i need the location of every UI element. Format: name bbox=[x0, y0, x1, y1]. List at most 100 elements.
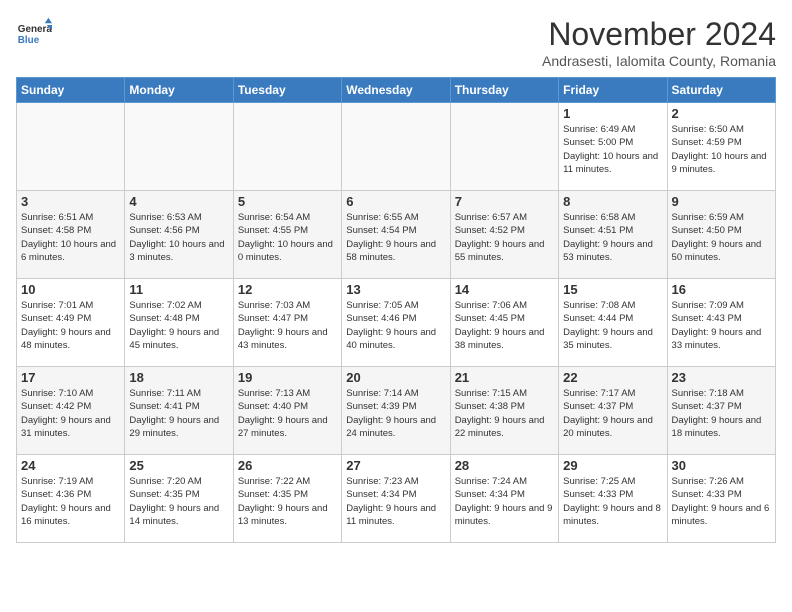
calendar-cell: 9 Sunrise: 6:59 AMSunset: 4:50 PMDaylight… bbox=[667, 191, 775, 279]
day-info: Sunrise: 7:05 AMSunset: 4:46 PMDaylight:… bbox=[346, 299, 445, 352]
day-info: Sunrise: 7:15 AMSunset: 4:38 PMDaylight:… bbox=[455, 387, 554, 440]
calendar-cell: 26 Sunrise: 7:22 AMSunset: 4:35 PMDayligh… bbox=[233, 455, 341, 543]
day-info: Sunrise: 7:11 AMSunset: 4:41 PMDaylight:… bbox=[129, 387, 228, 440]
day-number: 23 bbox=[672, 370, 771, 385]
logo: General Blue bbox=[16, 16, 52, 52]
day-number: 4 bbox=[129, 194, 228, 209]
day-info: Sunrise: 7:19 AMSunset: 4:36 PMDaylight:… bbox=[21, 475, 120, 528]
calendar-cell: 27Sunrise: 7:23 AMSunset: 4:34 PMDayligh… bbox=[342, 455, 450, 543]
day-number: 12 bbox=[238, 282, 337, 297]
day-number: 15 bbox=[563, 282, 662, 297]
day-info: Sunrise: 7:24 AMSunset: 4:34 PMDaylight:… bbox=[455, 475, 554, 528]
calendar-cell: 30 Sunrise: 7:26 AMSunset: 4:33 PMDayligh… bbox=[667, 455, 775, 543]
day-number: 2 bbox=[672, 106, 771, 121]
calendar-cell: 14Sunrise: 7:06 AMSunset: 4:45 PMDayligh… bbox=[450, 279, 558, 367]
calendar-cell: 15 Sunrise: 7:08 AMSunset: 4:44 PMDayligh… bbox=[559, 279, 667, 367]
day-info: Sunrise: 6:53 AMSunset: 4:56 PMDaylight:… bbox=[129, 211, 228, 264]
calendar-cell: 4 Sunrise: 6:53 AMSunset: 4:56 PMDaylight… bbox=[125, 191, 233, 279]
day-info: Sunrise: 7:09 AMSunset: 4:43 PMDaylight:… bbox=[672, 299, 771, 352]
day-number: 30 bbox=[672, 458, 771, 473]
day-number: 1 bbox=[563, 106, 662, 121]
day-header-monday: Monday bbox=[125, 78, 233, 103]
day-header-saturday: Saturday bbox=[667, 78, 775, 103]
day-info: Sunrise: 6:59 AMSunset: 4:50 PMDaylight:… bbox=[672, 211, 771, 264]
calendar-cell: 23 Sunrise: 7:18 AMSunset: 4:37 PMDayligh… bbox=[667, 367, 775, 455]
day-info: Sunrise: 7:18 AMSunset: 4:37 PMDaylight:… bbox=[672, 387, 771, 440]
day-number: 28 bbox=[455, 458, 554, 473]
calendar-cell: 11 Sunrise: 7:02 AMSunset: 4:48 PMDayligh… bbox=[125, 279, 233, 367]
calendar-cell: 28 Sunrise: 7:24 AMSunset: 4:34 PMDayligh… bbox=[450, 455, 558, 543]
calendar-cell: 7 Sunrise: 6:57 AMSunset: 4:52 PMDaylight… bbox=[450, 191, 558, 279]
day-info: Sunrise: 7:22 AMSunset: 4:35 PMDaylight:… bbox=[238, 475, 337, 528]
day-info: Sunrise: 6:58 AMSunset: 4:51 PMDaylight:… bbox=[563, 211, 662, 264]
day-number: 25 bbox=[129, 458, 228, 473]
calendar-table: SundayMondayTuesdayWednesdayThursdayFrid… bbox=[16, 77, 776, 543]
day-number: 16 bbox=[672, 282, 771, 297]
calendar-header-row: SundayMondayTuesdayWednesdayThursdayFrid… bbox=[17, 78, 776, 103]
calendar-cell: 2 Sunrise: 6:50 AMSunset: 4:59 PMDaylight… bbox=[667, 103, 775, 191]
day-number: 11 bbox=[129, 282, 228, 297]
day-info: Sunrise: 7:10 AMSunset: 4:42 PMDaylight:… bbox=[21, 387, 120, 440]
day-number: 8 bbox=[563, 194, 662, 209]
calendar-cell: 17 Sunrise: 7:10 AMSunset: 4:42 PMDayligh… bbox=[17, 367, 125, 455]
calendar-cell: 29Sunrise: 7:25 AMSunset: 4:33 PMDayligh… bbox=[559, 455, 667, 543]
day-header-sunday: Sunday bbox=[17, 78, 125, 103]
day-info: Sunrise: 7:13 AMSunset: 4:40 PMDaylight:… bbox=[238, 387, 337, 440]
calendar-cell: 10Sunrise: 7:01 AMSunset: 4:49 PMDayligh… bbox=[17, 279, 125, 367]
day-info: Sunrise: 7:08 AMSunset: 4:44 PMDaylight:… bbox=[563, 299, 662, 352]
calendar-cell bbox=[342, 103, 450, 191]
day-number: 18 bbox=[129, 370, 228, 385]
title-area: November 2024 Andrasesti, Ialomita Count… bbox=[542, 16, 776, 69]
location-subtitle: Andrasesti, Ialomita County, Romania bbox=[542, 53, 776, 69]
day-info: Sunrise: 7:25 AMSunset: 4:33 PMDaylight:… bbox=[563, 475, 662, 528]
calendar-cell: 6Sunrise: 6:55 AMSunset: 4:54 PMDaylight… bbox=[342, 191, 450, 279]
day-number: 24 bbox=[21, 458, 120, 473]
day-number: 22 bbox=[563, 370, 662, 385]
calendar-cell: 16 Sunrise: 7:09 AMSunset: 4:43 PMDayligh… bbox=[667, 279, 775, 367]
header: General Blue November 2024 Andrasesti, I… bbox=[16, 16, 776, 69]
calendar-cell: 3 Sunrise: 6:51 AMSunset: 4:58 PMDaylight… bbox=[17, 191, 125, 279]
day-info: Sunrise: 6:57 AMSunset: 4:52 PMDaylight:… bbox=[455, 211, 554, 264]
calendar-cell: 1 Sunrise: 6:49 AMSunset: 5:00 PMDaylight… bbox=[559, 103, 667, 191]
calendar-cell: 25 Sunrise: 7:20 AMSunset: 4:35 PMDayligh… bbox=[125, 455, 233, 543]
calendar-cell: 22Sunrise: 7:17 AMSunset: 4:37 PMDayligh… bbox=[559, 367, 667, 455]
calendar-cell: 13Sunrise: 7:05 AMSunset: 4:46 PMDayligh… bbox=[342, 279, 450, 367]
day-number: 3 bbox=[21, 194, 120, 209]
calendar-cell: 8 Sunrise: 6:58 AMSunset: 4:51 PMDaylight… bbox=[559, 191, 667, 279]
day-number: 9 bbox=[672, 194, 771, 209]
day-info: Sunrise: 7:20 AMSunset: 4:35 PMDaylight:… bbox=[129, 475, 228, 528]
month-title: November 2024 bbox=[542, 16, 776, 53]
day-number: 5 bbox=[238, 194, 337, 209]
calendar-cell: 20 Sunrise: 7:14 AMSunset: 4:39 PMDayligh… bbox=[342, 367, 450, 455]
calendar-cell: 24 Sunrise: 7:19 AMSunset: 4:36 PMDayligh… bbox=[17, 455, 125, 543]
day-number: 7 bbox=[455, 194, 554, 209]
calendar-week-row: 10Sunrise: 7:01 AMSunset: 4:49 PMDayligh… bbox=[17, 279, 776, 367]
day-info: Sunrise: 7:03 AMSunset: 4:47 PMDaylight:… bbox=[238, 299, 337, 352]
day-number: 21 bbox=[455, 370, 554, 385]
day-info: Sunrise: 7:02 AMSunset: 4:48 PMDaylight:… bbox=[129, 299, 228, 352]
day-info: Sunrise: 7:01 AMSunset: 4:49 PMDaylight:… bbox=[21, 299, 120, 352]
day-info: Sunrise: 7:26 AMSunset: 4:33 PMDaylight:… bbox=[672, 475, 771, 528]
calendar-cell: 18 Sunrise: 7:11 AMSunset: 4:41 PMDayligh… bbox=[125, 367, 233, 455]
calendar-week-row: 24 Sunrise: 7:19 AMSunset: 4:36 PMDayligh… bbox=[17, 455, 776, 543]
svg-text:Blue: Blue bbox=[18, 35, 40, 46]
day-number: 6 bbox=[346, 194, 445, 209]
calendar-cell bbox=[450, 103, 558, 191]
day-info: Sunrise: 6:49 AMSunset: 5:00 PMDaylight:… bbox=[563, 123, 662, 176]
calendar-cell bbox=[233, 103, 341, 191]
day-info: Sunrise: 6:50 AMSunset: 4:59 PMDaylight:… bbox=[672, 123, 771, 176]
day-number: 20 bbox=[346, 370, 445, 385]
day-info: Sunrise: 7:06 AMSunset: 4:45 PMDaylight:… bbox=[455, 299, 554, 352]
day-number: 19 bbox=[238, 370, 337, 385]
day-number: 27 bbox=[346, 458, 445, 473]
day-header-wednesday: Wednesday bbox=[342, 78, 450, 103]
calendar-cell: 21 Sunrise: 7:15 AMSunset: 4:38 PMDayligh… bbox=[450, 367, 558, 455]
calendar-cell: 5Sunrise: 6:54 AMSunset: 4:55 PMDaylight… bbox=[233, 191, 341, 279]
day-number: 17 bbox=[21, 370, 120, 385]
day-info: Sunrise: 6:51 AMSunset: 4:58 PMDaylight:… bbox=[21, 211, 120, 264]
calendar-week-row: 1 Sunrise: 6:49 AMSunset: 5:00 PMDaylight… bbox=[17, 103, 776, 191]
day-info: Sunrise: 7:14 AMSunset: 4:39 PMDaylight:… bbox=[346, 387, 445, 440]
calendar-week-row: 17 Sunrise: 7:10 AMSunset: 4:42 PMDayligh… bbox=[17, 367, 776, 455]
day-header-tuesday: Tuesday bbox=[233, 78, 341, 103]
day-number: 26 bbox=[238, 458, 337, 473]
